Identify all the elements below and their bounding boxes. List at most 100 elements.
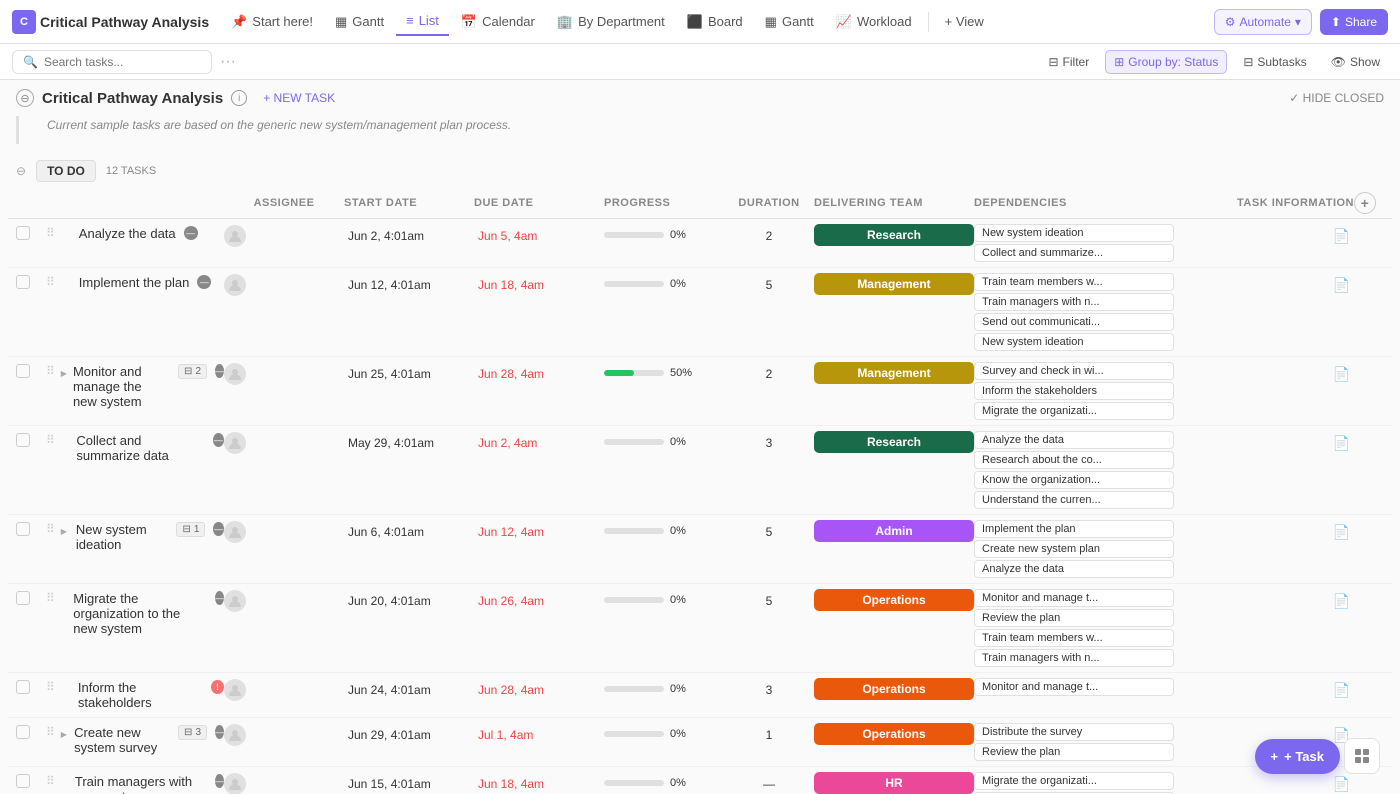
tab-list[interactable]: ≡ List: [396, 7, 449, 36]
drag-handle[interactable]: ⠿: [46, 591, 55, 605]
assignee-avatar[interactable]: [224, 225, 246, 247]
task-checkbox[interactable]: [16, 433, 30, 447]
search-input[interactable]: [44, 55, 184, 69]
drag-handle[interactable]: ⠿: [46, 725, 55, 739]
info-icon[interactable]: i: [231, 90, 247, 106]
dependency-item[interactable]: Monitor and manage t...: [974, 589, 1174, 607]
task-name-text[interactable]: Train managers with new systems: [75, 774, 207, 794]
task-checkbox[interactable]: [16, 591, 30, 605]
tab-gantt2[interactable]: ▦ Gantt: [755, 8, 824, 36]
dependency-item[interactable]: Survey and check in wi...: [974, 362, 1174, 380]
dependency-item[interactable]: Train managers with n...: [974, 649, 1174, 667]
dependency-item[interactable]: Know the organization...: [974, 471, 1174, 489]
file-icon[interactable]: 📄: [1333, 524, 1350, 541]
new-task-button[interactable]: + NEW TASK: [255, 88, 343, 108]
task-name-text[interactable]: Implement the plan: [79, 275, 190, 290]
assignee-avatar[interactable]: [224, 724, 246, 746]
task-checkbox[interactable]: [16, 522, 30, 536]
filter-button[interactable]: ⊟ Filter: [1040, 51, 1097, 73]
task-name-text[interactable]: Analyze the data: [79, 226, 176, 241]
automate-button[interactable]: ⚙ Automate ▾: [1214, 9, 1312, 35]
file-icon[interactable]: 📄: [1333, 435, 1350, 452]
assignee-avatar[interactable]: [224, 521, 246, 543]
share-button[interactable]: ⬆ Share: [1320, 9, 1388, 35]
dependency-item[interactable]: Monitor and manage t...: [974, 678, 1174, 696]
dependency-item[interactable]: Implement the plan: [974, 520, 1174, 538]
task-name-text[interactable]: Create new system survey: [74, 725, 168, 755]
add-task-fab[interactable]: + + Task: [1255, 739, 1340, 774]
search-options-icon[interactable]: ···: [220, 53, 236, 71]
task-name-text[interactable]: Collect and summarize data: [76, 433, 204, 463]
dependency-item[interactable]: New system ideation: [974, 224, 1174, 242]
task-checkbox[interactable]: [16, 364, 30, 378]
add-column-button[interactable]: +: [1354, 192, 1376, 214]
duration-cell: 5: [724, 521, 814, 543]
tab-calendar[interactable]: 📅 Calendar: [451, 8, 545, 36]
todo-collapse-icon[interactable]: ⊖: [16, 164, 26, 178]
dependency-item[interactable]: Collect and summarize...: [974, 244, 1174, 262]
tab-board[interactable]: ⬛ Board: [677, 8, 753, 36]
assignee-avatar[interactable]: [224, 773, 246, 794]
task-checkbox[interactable]: [16, 275, 30, 289]
dependency-item[interactable]: Send out communicati...: [974, 313, 1174, 331]
dependency-item[interactable]: Review the plan: [974, 743, 1174, 761]
expand-arrow[interactable]: [61, 522, 70, 537]
assignee-avatar[interactable]: [224, 363, 246, 385]
dependency-item[interactable]: Research about the co...: [974, 451, 1174, 469]
dependency-item[interactable]: Create new system plan: [974, 540, 1174, 558]
task-name-text[interactable]: Monitor and manage the new system: [73, 364, 168, 409]
tab-by-department[interactable]: 🏢 By Department: [547, 8, 675, 36]
show-button[interactable]: 👁 Show: [1323, 51, 1388, 73]
task-name-text[interactable]: Inform the stakeholders: [78, 680, 203, 710]
dependency-item[interactable]: New system ideation: [974, 333, 1174, 351]
grid-view-icon[interactable]: [1344, 738, 1380, 774]
dependency-item[interactable]: Inform the stakeholders: [974, 382, 1174, 400]
dependency-item[interactable]: Train managers with n...: [974, 293, 1174, 311]
dependency-item[interactable]: Migrate the organizati...: [974, 402, 1174, 420]
tab-gantt1[interactable]: ▦ Gantt: [325, 8, 394, 36]
task-name-text[interactable]: New system ideation: [76, 522, 167, 552]
assignee-avatar[interactable]: [224, 590, 246, 612]
tab-add-view[interactable]: + View: [935, 8, 994, 35]
drag-handle[interactable]: ⠿: [46, 522, 55, 536]
task-checkbox[interactable]: [16, 226, 30, 240]
drag-handle[interactable]: ⠿: [46, 680, 55, 694]
subtasks-button[interactable]: ⊟ Subtasks: [1235, 51, 1314, 73]
delivering-team-cell: Admin: [814, 518, 974, 544]
dependency-item[interactable]: Review the plan: [974, 609, 1174, 627]
drag-handle[interactable]: ⠿: [46, 275, 55, 289]
hide-closed-button[interactable]: ✓ HIDE CLOSED: [1289, 91, 1384, 105]
dependency-item[interactable]: Analyze the data: [974, 431, 1174, 449]
dependency-item[interactable]: Understand the curren...: [974, 491, 1174, 509]
assignee-avatar[interactable]: [224, 679, 246, 701]
groupby-button[interactable]: ⊞ Group by: Status: [1105, 50, 1227, 74]
drag-handle[interactable]: ⠿: [46, 226, 55, 240]
dependency-item[interactable]: Migrate the organizati...: [974, 772, 1174, 790]
file-icon[interactable]: 📄: [1333, 277, 1350, 294]
expand-arrow[interactable]: [61, 364, 67, 379]
tab-workload[interactable]: 📈 Workload: [826, 8, 922, 36]
expand-arrow[interactable]: [61, 725, 68, 740]
drag-handle[interactable]: ⠿: [46, 433, 55, 447]
file-icon[interactable]: 📄: [1333, 228, 1350, 245]
dependency-item[interactable]: Distribute the survey: [974, 723, 1174, 741]
file-icon[interactable]: 📄: [1333, 593, 1350, 610]
drag-handle[interactable]: ⠿: [46, 364, 55, 378]
task-checkbox[interactable]: [16, 680, 30, 694]
assignee-avatar[interactable]: [224, 274, 246, 296]
dependency-item[interactable]: Analyze the data: [974, 560, 1174, 578]
search-box[interactable]: 🔍: [12, 50, 212, 74]
dependency-item[interactable]: Train team members w...: [974, 629, 1174, 647]
header-add-col[interactable]: +: [1354, 192, 1384, 214]
file-icon[interactable]: 📄: [1333, 682, 1350, 699]
file-icon[interactable]: 📄: [1333, 776, 1350, 793]
dependency-item[interactable]: Train team members w...: [974, 273, 1174, 291]
drag-handle[interactable]: ⠿: [46, 774, 55, 788]
task-checkbox[interactable]: [16, 725, 30, 739]
collapse-section-icon[interactable]: ⊖: [16, 89, 34, 107]
task-name-text[interactable]: Migrate the organization to the new syst…: [73, 591, 207, 636]
tab-start-here[interactable]: 📌 Start here!: [221, 8, 323, 36]
assignee-avatar[interactable]: [224, 432, 246, 454]
file-icon[interactable]: 📄: [1333, 366, 1350, 383]
task-checkbox[interactable]: [16, 774, 30, 788]
